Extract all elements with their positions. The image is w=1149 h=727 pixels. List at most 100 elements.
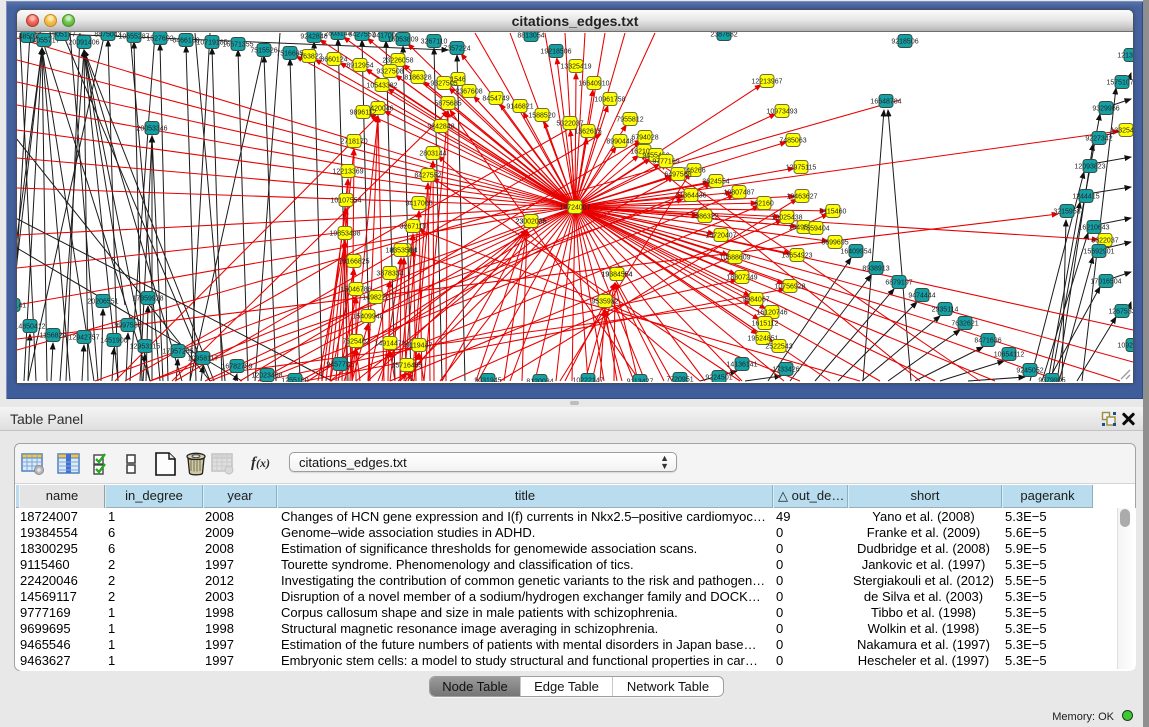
svg-text:7720951: 7720951 <box>666 377 693 383</box>
svg-text:9242848: 9242848 <box>427 124 454 131</box>
svg-text:1588520: 1588520 <box>528 113 555 120</box>
svg-text:10961758: 10961758 <box>594 97 625 104</box>
svg-text:2935114: 2935114 <box>932 307 959 314</box>
svg-text:8660124: 8660124 <box>320 57 347 64</box>
svg-text:17957255: 17957255 <box>162 349 193 356</box>
svg-text:19384554: 19384554 <box>601 272 632 279</box>
svg-text:14850412: 14850412 <box>17 324 46 331</box>
svg-text:17016504: 17016504 <box>1090 279 1121 286</box>
svg-text:10973493: 10973493 <box>766 109 797 116</box>
svg-text:14136141: 14136141 <box>726 362 757 369</box>
svg-text:10655287: 10655287 <box>118 34 149 41</box>
svg-text:20053346: 20053346 <box>136 126 167 133</box>
svg-text:12213369: 12213369 <box>332 169 363 176</box>
svg-text:1156829: 1156829 <box>40 333 67 340</box>
svg-text:7515526: 7515526 <box>250 48 277 55</box>
svg-text:7357224: 7357224 <box>443 46 470 53</box>
svg-text:10958117: 10958117 <box>188 356 219 363</box>
svg-text:8813054: 8813054 <box>517 33 544 40</box>
svg-text:9327505: 9327505 <box>430 81 457 88</box>
svg-text:1615112: 1615112 <box>752 321 779 328</box>
svg-text:3911141: 3911141 <box>17 303 26 310</box>
svg-text:9031945: 9031945 <box>474 378 501 383</box>
svg-text:8186328: 8186328 <box>404 75 431 82</box>
svg-text:7632621: 7632621 <box>951 321 978 328</box>
svg-text:23226058: 23226058 <box>382 58 413 65</box>
svg-text:9777169: 9777169 <box>652 159 679 166</box>
svg-text:19463627: 19463627 <box>786 194 817 201</box>
svg-text:1451900: 1451900 <box>100 338 127 345</box>
svg-text:5875685: 5875685 <box>434 101 461 108</box>
svg-text:6497568: 6497568 <box>664 172 691 179</box>
svg-text:7516685: 7516685 <box>276 51 303 58</box>
svg-text:1527602: 1527602 <box>146 36 173 43</box>
svg-text:10654112: 10654112 <box>994 352 1025 359</box>
svg-text:8990448: 8990448 <box>606 139 633 146</box>
svg-text:10222147: 10222147 <box>572 378 603 383</box>
svg-text:9896112: 9896112 <box>350 110 377 117</box>
svg-text:13325419: 13325419 <box>560 64 591 71</box>
svg-text:12975115: 12975115 <box>786 165 817 172</box>
svg-text:2367608: 2367608 <box>455 89 482 96</box>
svg-text:16671355: 16671355 <box>222 42 253 49</box>
svg-text:12213967: 12213967 <box>751 79 782 86</box>
svg-text:18807249: 18807249 <box>726 275 757 282</box>
svg-text:15751074: 15751074 <box>1106 80 1133 87</box>
svg-text:16782759: 16782759 <box>221 364 252 371</box>
svg-text:9115460: 9115460 <box>820 209 847 216</box>
svg-text:15716485: 15716485 <box>391 363 422 370</box>
svg-text:1905177: 1905177 <box>48 32 75 39</box>
svg-text:9119447: 9119447 <box>406 343 433 350</box>
svg-text:9997588: 9997588 <box>114 323 141 330</box>
svg-text:19166825: 19166825 <box>338 259 369 266</box>
svg-text:10543382: 10543382 <box>366 83 397 90</box>
svg-text:2522543: 2522543 <box>765 344 792 351</box>
svg-text:6794028: 6794028 <box>631 135 658 142</box>
svg-text:8322037: 8322037 <box>1091 238 1118 245</box>
svg-text:9327508: 9327508 <box>376 69 403 76</box>
svg-text:23002035: 23002035 <box>515 219 546 226</box>
svg-text:16648784: 16648784 <box>870 99 901 106</box>
svg-text:8120034: 8120034 <box>526 379 553 383</box>
svg-text:15720407: 15720407 <box>705 233 736 240</box>
svg-text:7559404: 7559404 <box>802 226 829 233</box>
svg-text:8454749: 8454749 <box>482 96 509 103</box>
svg-text:3878334: 3878334 <box>376 271 403 278</box>
svg-text:3267110: 3267110 <box>400 224 427 231</box>
svg-text:10807487: 10807487 <box>723 190 754 197</box>
svg-text:7485063: 7485063 <box>779 138 806 145</box>
svg-text:9535932: 9535932 <box>591 299 618 306</box>
svg-text:1213250: 1213250 <box>1117 53 1133 60</box>
svg-text:9084067: 9084067 <box>742 297 769 304</box>
svg-text:10924501: 10924501 <box>1117 343 1133 350</box>
svg-text:15692901: 15692901 <box>1083 249 1114 256</box>
svg-text:16409954: 16409954 <box>840 249 871 256</box>
svg-text:16640910: 16640910 <box>578 81 609 88</box>
svg-text:9379905: 9379905 <box>1038 378 1065 383</box>
svg-text:8912954: 8912954 <box>346 63 373 70</box>
svg-text:21364436: 21364436 <box>675 193 706 200</box>
svg-text:9474444: 9474444 <box>908 293 935 300</box>
svg-text:9245052: 9245052 <box>1016 368 1043 375</box>
svg-text:9329966: 9329966 <box>1092 106 1119 113</box>
svg-text:9146821: 9146821 <box>506 104 533 111</box>
svg-text:2387682: 2387682 <box>710 32 737 39</box>
svg-text:2803144: 2803144 <box>419 151 446 158</box>
svg-text:10688609: 10688609 <box>719 255 750 262</box>
svg-text:16120746: 16120746 <box>756 310 787 317</box>
svg-text:8471636: 8471636 <box>974 338 1001 345</box>
svg-text:12093823: 12093823 <box>1074 164 1105 171</box>
svg-text:20091406: 20091406 <box>68 40 99 47</box>
svg-text:7955812: 7955812 <box>616 117 643 124</box>
svg-text:1498222: 1498222 <box>362 295 389 302</box>
svg-text:1733426: 1733426 <box>772 367 799 374</box>
svg-text:1362615: 1362615 <box>574 129 601 136</box>
svg-text:9224501: 9224501 <box>705 375 732 382</box>
svg-text:7986322: 7986322 <box>691 214 718 221</box>
svg-text:62160: 62160 <box>754 201 774 208</box>
svg-text:10756928: 10756928 <box>774 284 805 291</box>
svg-text:1267533: 1267533 <box>1108 309 1133 316</box>
svg-text:9417006: 9417006 <box>405 201 432 208</box>
svg-text:17359928: 17359928 <box>132 296 163 303</box>
svg-text:12023468: 12023468 <box>251 373 282 380</box>
